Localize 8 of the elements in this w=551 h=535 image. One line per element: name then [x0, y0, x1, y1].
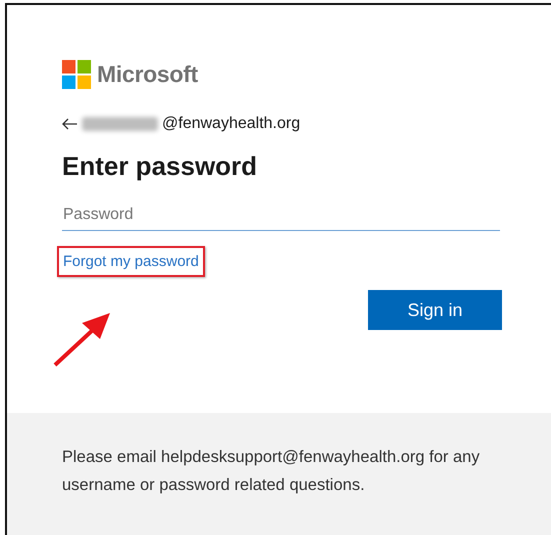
sign-in-button[interactable]: Sign in: [368, 290, 502, 330]
page-title: Enter password: [62, 151, 258, 182]
back-arrow-icon[interactable]: [62, 118, 78, 130]
forgot-password-link[interactable]: Forgot my password: [62, 253, 200, 270]
logo-icon: [62, 60, 91, 89]
help-text: Please email helpdesksupport@fenwayhealth.org for any username or password related questions.: [62, 447, 481, 496]
logo-text: Microsoft: [97, 61, 198, 88]
account-email: @fenwayhealth.org: [162, 115, 300, 133]
